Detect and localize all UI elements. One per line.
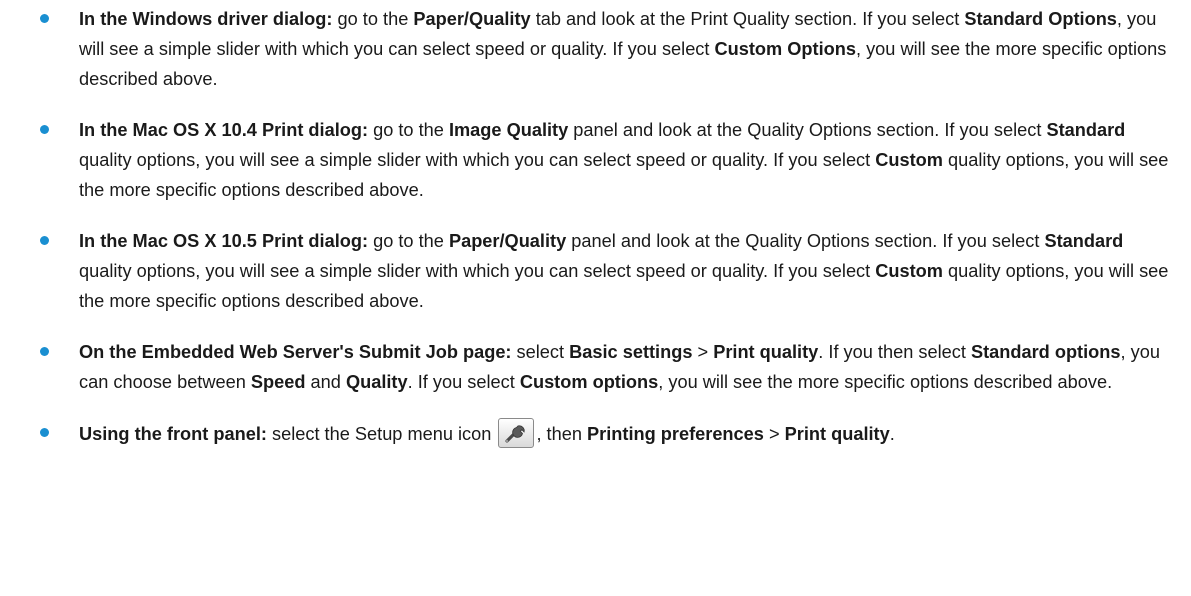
item-text: go to the [368,120,449,140]
item-text: > [763,424,785,444]
item-bold: Standard [1044,231,1124,251]
item-bold: Image Quality [448,120,569,140]
item-text: and [305,372,346,392]
item-text: select the Setup menu icon [266,424,497,444]
item-lead: In the Mac OS X 10.5 Print dialog: [79,231,369,251]
bullet-dot [40,347,49,356]
item-lead: Using the front panel: [79,424,267,444]
item-bold: Speed [250,372,306,392]
bullet-dot [40,125,49,134]
list-item-mac-10-4: In the Mac OS X 10.4 Print dialog: go to… [0,115,1191,205]
item-text: panel and look at the Quality Options se… [568,120,1047,140]
item-bold: Print quality [713,342,819,362]
item-text: . [889,424,895,444]
item-text: . If you select [407,372,520,392]
item-text: tab and look at the Print Quality sectio… [530,9,965,29]
item-bold: Standard Options [964,9,1117,29]
bullet-dot [40,14,49,23]
item-bold: Paper/Quality [413,9,531,29]
item-bold: Custom [875,150,943,170]
item-bold: Standard [1046,120,1126,140]
item-bold: Quality [345,372,408,392]
instruction-list: In the Windows driver dialog: go to the … [0,4,1191,449]
list-item-front-panel: Using the front panel: select the Setup … [0,418,1191,449]
item-lead: In the Windows driver dialog: [79,9,333,29]
bullet-dot [40,236,49,245]
item-bold: Paper/Quality [448,231,567,251]
item-lead: In the Mac OS X 10.4 Print dialog: [79,120,369,140]
list-item-windows: In the Windows driver dialog: go to the … [0,4,1191,94]
item-text: . If you then select [818,342,971,362]
item-text: select [511,342,570,362]
item-bold: Custom Options [714,39,856,59]
item-text: , then [536,424,588,444]
item-bold: Custom [875,261,943,281]
item-bold: Printing preferences [587,424,764,444]
document-page: In the Windows driver dialog: go to the … [0,0,1191,596]
wrench-icon [498,418,535,448]
item-bold: Basic settings [569,342,693,362]
item-bold: Custom options [519,372,659,392]
item-text: panel and look at the Quality Options se… [566,231,1045,251]
item-text: go to the [332,9,414,29]
item-text: go to the [368,231,449,251]
item-text: quality options, you will see a simple s… [79,261,876,281]
list-item-embedded-web-server: On the Embedded Web Server's Submit Job … [0,337,1191,397]
item-bold: Print quality [784,424,890,444]
bullet-dot [40,428,49,437]
item-text: , you will see the more specific options… [658,372,1113,392]
item-text: quality options, you will see a simple s… [79,150,876,170]
item-text: > [692,342,714,362]
item-lead: On the Embedded Web Server's Submit Job … [79,342,512,362]
item-bold: Standard options [970,342,1121,362]
list-item-mac-10-5: In the Mac OS X 10.5 Print dialog: go to… [0,226,1191,316]
